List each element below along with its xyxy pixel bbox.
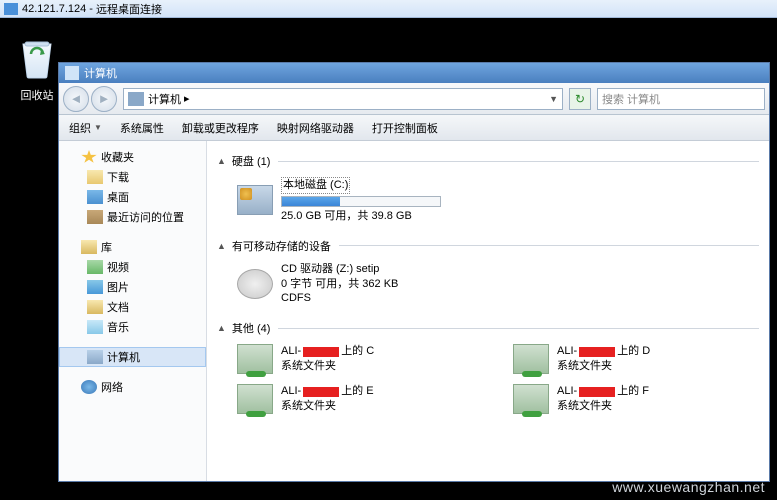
category-other[interactable]: ▲其他 (4) [217,320,759,336]
recent-icon [87,210,103,224]
mapped-drive-icon [237,384,273,414]
search-input[interactable]: 搜索 计算机 [597,88,765,110]
forward-button[interactable]: ► [91,86,117,112]
drive-name: ALI- 上的 C [281,344,483,359]
drive-sub: 系统文件夹 [281,359,483,374]
rdp-icon [4,3,18,15]
computer-icon [128,92,144,106]
sidebar: 收藏夹 下载 桌面 最近访问的位置 库 视频 图片 文档 音乐 计算机 网络 [59,141,207,481]
folder-icon [87,170,103,184]
library-icon [81,240,97,254]
sidebar-item-downloads[interactable]: 下载 [59,167,206,187]
mapped-drive-icon [513,384,549,414]
redacted [579,387,615,397]
watermark: www.xuewangzhan.net [612,479,765,495]
breadcrumb: 计算机 [148,91,181,107]
video-icon [87,260,103,274]
drive-stats: 0 字节 可用，共 362 KB [281,277,759,292]
drive-stats: 25.0 GB 可用，共 39.8 GB [281,209,759,224]
redacted [303,347,339,357]
drive-name: CD 驱动器 (Z:) setip [281,262,759,277]
document-icon [87,300,103,314]
uninstall-button[interactable]: 卸载或更改程序 [182,120,259,136]
chevron-down-icon[interactable]: ▼ [549,94,558,104]
drive-local-c[interactable]: 本地磁盘 (C:) 25.0 GB 可用，共 39.8 GB [217,175,759,234]
refresh-button[interactable]: ↻ [569,88,591,110]
back-button[interactable]: ◄ [63,86,89,112]
mapped-drive-icon [237,344,273,374]
map-drive-button[interactable]: 映射网络驱动器 [277,120,354,136]
explorer-window: 计算机 ◄ ► 计算机 ▸ ▼ ↻ 搜索 计算机 组织▼ 系统属性 卸载或更改程… [58,62,770,482]
recycle-bin[interactable]: 回收站 [12,36,62,103]
sidebar-item-desktop[interactable]: 桌面 [59,187,206,207]
sidebar-favorites[interactable]: 收藏夹 [59,147,206,167]
toolbar: 组织▼ 系统属性 卸载或更改程序 映射网络驱动器 打开控制面板 [59,115,769,141]
sidebar-libraries[interactable]: 库 [59,237,206,257]
rdp-title-ip: 42.121.7.124 [22,3,86,15]
network-icon [81,380,97,394]
drive-name: 本地磁盘 (C:) [281,177,350,194]
category-hdd[interactable]: ▲硬盘 (1) [217,153,759,169]
redacted [579,347,615,357]
mapped-drive-d[interactable]: ALI- 上的 D系统文件夹 [513,342,759,376]
computer-icon [65,66,79,80]
drive-name: ALI- 上的 D [557,344,759,359]
mapped-drive-icon [513,344,549,374]
remote-desktop-area: 回收站 计算机 ◄ ► 计算机 ▸ ▼ ↻ 搜索 计算机 组织▼ 系统属性 卸载… [0,18,777,500]
sidebar-network[interactable]: 网络 [59,377,206,397]
nav-row: ◄ ► 计算机 ▸ ▼ ↻ 搜索 计算机 [59,83,769,115]
redacted [303,387,339,397]
drive-name: ALI- 上的 F [557,384,759,399]
mapped-drive-f[interactable]: ALI- 上的 F系统文件夹 [513,382,759,416]
star-icon [81,150,97,164]
window-title: 计算机 [84,65,117,81]
picture-icon [87,280,103,294]
recycle-bin-icon [17,36,57,80]
rdp-title-app: 远程桌面连接 [96,1,162,17]
music-icon [87,320,103,334]
drive-fs: CDFS [281,291,759,306]
recycle-bin-label: 回收站 [12,87,62,103]
system-properties-button[interactable]: 系统属性 [120,120,164,136]
mapped-drive-e[interactable]: ALI- 上的 E系统文件夹 [237,382,483,416]
cd-icon [237,269,273,299]
drive-cd-z[interactable]: CD 驱动器 (Z:) setip 0 字节 可用，共 362 KB CDFS [217,260,759,317]
sidebar-item-computer[interactable]: 计算机 [59,347,206,367]
sidebar-item-videos[interactable]: 视频 [59,257,206,277]
control-panel-button[interactable]: 打开控制面板 [372,120,438,136]
sidebar-item-music[interactable]: 音乐 [59,317,206,337]
drive-sub: 系统文件夹 [281,399,483,414]
desktop-icon [87,190,103,204]
sidebar-item-recent[interactable]: 最近访问的位置 [59,207,206,227]
hdd-icon [237,185,273,215]
sidebar-item-documents[interactable]: 文档 [59,297,206,317]
rdp-titlebar: 42.121.7.124 - 远程桌面连接 [0,0,777,18]
organize-menu[interactable]: 组织▼ [69,120,102,136]
content-pane: ▲硬盘 (1) 本地磁盘 (C:) 25.0 GB 可用，共 39.8 GB ▲… [207,141,769,481]
drive-name: ALI- 上的 E [281,384,483,399]
computer-icon [87,350,103,364]
drive-sub: 系统文件夹 [557,359,759,374]
drive-sub: 系统文件夹 [557,399,759,414]
sidebar-item-pictures[interactable]: 图片 [59,277,206,297]
category-removable[interactable]: ▲有可移动存储的设备 [217,238,759,254]
search-placeholder: 搜索 计算机 [602,91,660,107]
address-bar[interactable]: 计算机 ▸ ▼ [123,88,563,110]
explorer-titlebar[interactable]: 计算机 [59,63,769,83]
mapped-drive-c[interactable]: ALI- 上的 C系统文件夹 [237,342,483,376]
capacity-bar [281,196,441,207]
